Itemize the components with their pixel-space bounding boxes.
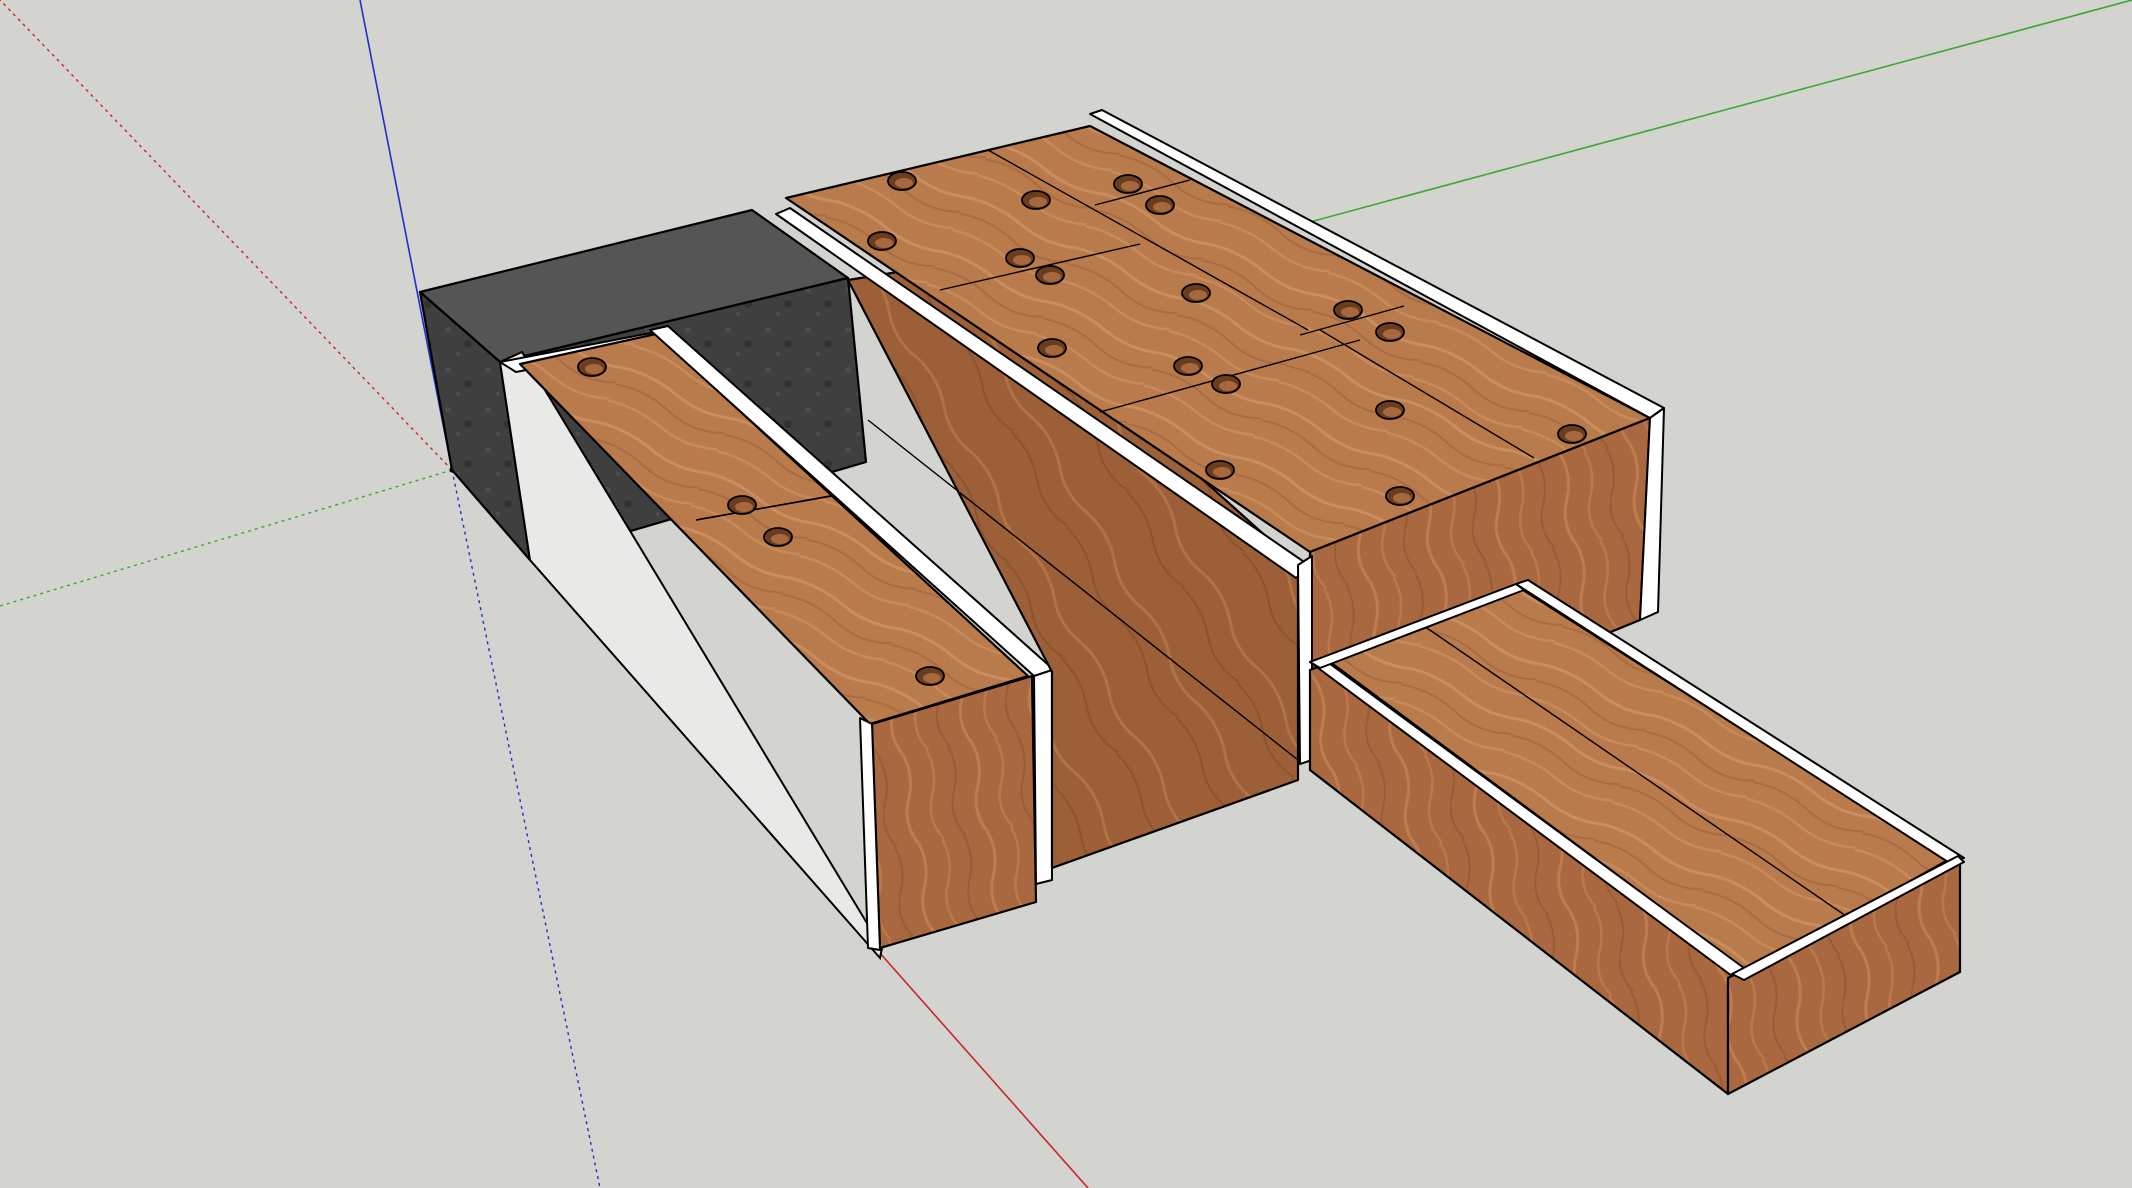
sketchup-3d-viewport[interactable] — [0, 0, 2132, 1188]
dowel-hole-inner — [1043, 272, 1061, 282]
dowel-hole-inner — [1383, 407, 1401, 417]
dowel-hole-inner — [923, 673, 941, 683]
dowel-hole-inner — [735, 502, 753, 512]
dowel-hole-inner — [1213, 467, 1231, 477]
green-axis-dashed — [0, 469, 453, 607]
green-axis-solid — [1309, 0, 2132, 223]
dowel-hole-inner — [1045, 345, 1063, 355]
dowel-hole-inner — [1013, 255, 1031, 265]
dowel-hole-inner — [875, 238, 893, 248]
dowel-hole-inner — [1153, 202, 1171, 212]
dowel-hole-inner — [1219, 381, 1237, 391]
dowel-hole-inner — [1029, 197, 1047, 207]
blue-axis-solid — [359, 0, 453, 471]
dowel-hole-inner — [771, 534, 789, 544]
dowel-hole-inner — [1121, 181, 1139, 191]
dowel-hole-inner — [1565, 431, 1583, 441]
red-axis-dashed — [0, 0, 453, 471]
left-drawer-front-face — [870, 674, 1038, 950]
dowel-hole-inner — [1383, 329, 1401, 339]
dowel-hole-inner — [1181, 363, 1199, 373]
dowel-hole-inner — [1341, 307, 1359, 317]
left-drawer-front-white-right — [1033, 669, 1053, 885]
dowel-hole-inner — [895, 178, 913, 188]
dowel-hole-inner — [1189, 290, 1207, 300]
right-pullout-drawer[interactable] — [1308, 579, 1965, 1096]
dowel-hole-inner — [1393, 493, 1411, 503]
dowel-hole-inner — [585, 364, 603, 374]
